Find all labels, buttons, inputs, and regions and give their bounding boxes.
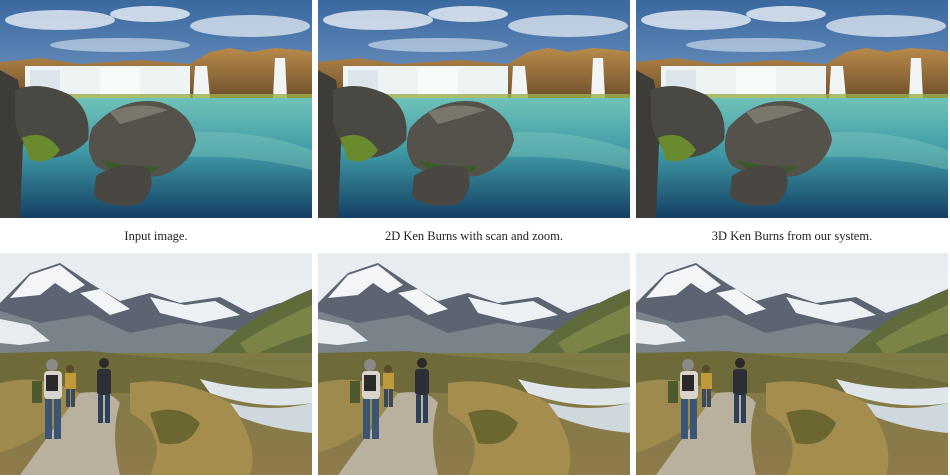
caption-2d-ken-burns: 2D Ken Burns with scan and zoom. xyxy=(384,229,564,243)
waterfall-3d-ken-burns-image xyxy=(636,0,948,218)
waterfall-2d-ken-burns-image xyxy=(318,0,630,218)
caption-input: Input image. xyxy=(124,229,188,243)
caption-3d-ken-burns: 3D Ken Burns from our system. xyxy=(711,229,873,243)
mountain-3d-ken-burns-image xyxy=(636,253,948,475)
waterfall-input-image xyxy=(0,0,312,218)
mountain-2d-ken-burns-image xyxy=(318,253,630,475)
mountain-input-image xyxy=(0,253,312,475)
